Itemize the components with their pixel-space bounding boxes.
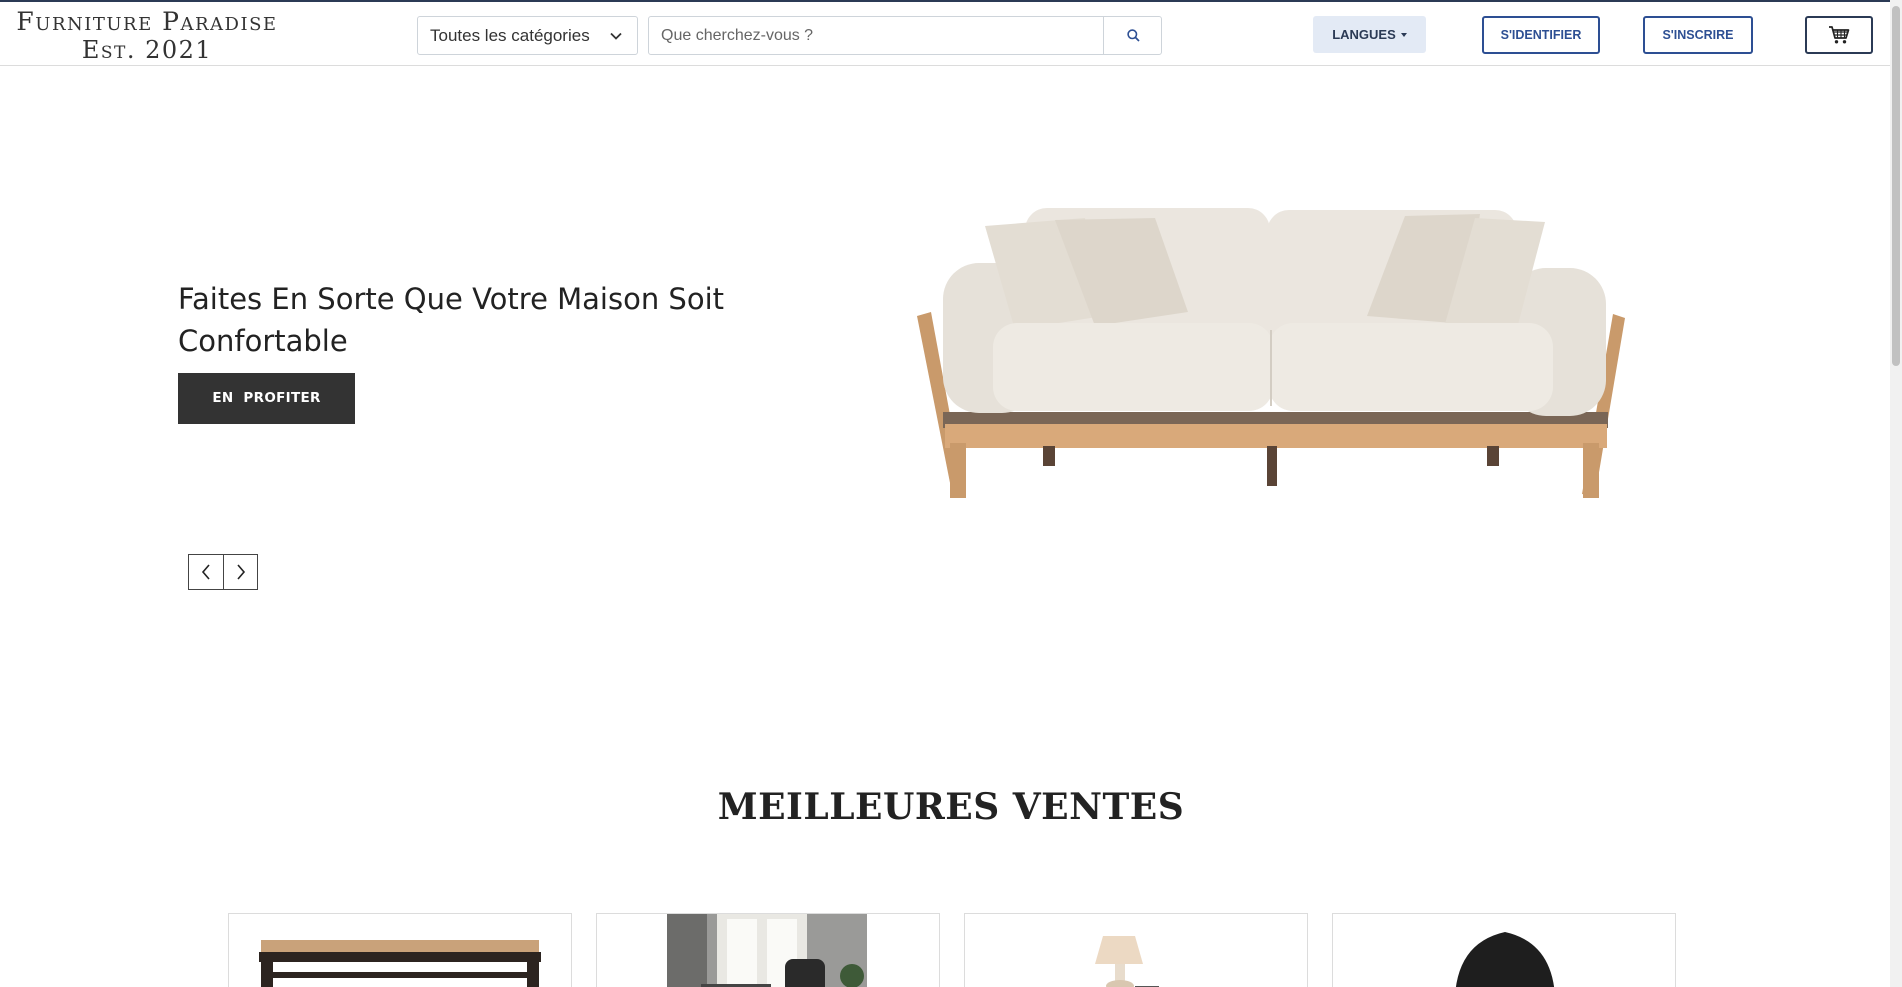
shop-now-button[interactable]: EN PROFITER — [178, 373, 355, 424]
signup-button[interactable]: S'INSCRIRE — [1643, 16, 1753, 54]
login-button[interactable]: S'IDENTIFIER — [1482, 16, 1600, 54]
signup-label: S'INSCRIRE — [1662, 28, 1734, 42]
carousel-next-button[interactable] — [223, 555, 257, 589]
logo-name: Furniture Paradise — [16, 7, 278, 36]
page-scrollbar[interactable] — [1890, 0, 1902, 987]
languages-label: LANGUES — [1332, 27, 1396, 42]
product-card[interactable] — [228, 913, 572, 987]
languages-dropdown-button[interactable]: LANGUES — [1313, 16, 1426, 53]
site-logo[interactable]: Furniture Paradise Est. 2021 — [4, 7, 290, 65]
chevron-right-icon — [236, 564, 245, 580]
product-card[interactable] — [596, 913, 940, 987]
top-navbar: Furniture Paradise Est. 2021 Toutes les … — [0, 0, 1902, 66]
search-icon — [1127, 29, 1140, 42]
best-sellers-title: MEILLEURES VENTES — [717, 786, 1185, 828]
table-image — [259, 940, 541, 987]
product-card[interactable] — [1332, 913, 1676, 987]
category-select-value: Toutes les catégories — [430, 26, 590, 45]
chevron-down-icon — [610, 32, 622, 40]
login-label: S'IDENTIFIER — [1500, 28, 1582, 42]
sofa-image — [905, 98, 1645, 590]
product-card[interactable] — [964, 913, 1308, 987]
scrollbar-thumb[interactable] — [1892, 6, 1900, 366]
search-input[interactable] — [648, 16, 1104, 55]
category-select[interactable]: Toutes les catégories — [417, 16, 638, 55]
black-chair-image — [1456, 932, 1554, 987]
bedside-lamp-table-image — [1095, 936, 1159, 987]
search-button[interactable] — [1103, 16, 1162, 55]
carousel-nav — [188, 554, 258, 590]
logo-established: Est. 2021 — [81, 36, 213, 64]
carousel-prev-button[interactable] — [189, 555, 223, 589]
caret-down-icon — [1400, 33, 1407, 37]
hero-title: Faites En Sorte Que Votre Maison Soit Co… — [178, 282, 725, 358]
cart-icon — [1829, 26, 1850, 44]
shop-now-label: EN PROFITER — [212, 390, 321, 406]
office-chair-room-image — [667, 914, 867, 987]
cart-button[interactable] — [1805, 16, 1873, 54]
chevron-left-icon — [201, 564, 210, 580]
